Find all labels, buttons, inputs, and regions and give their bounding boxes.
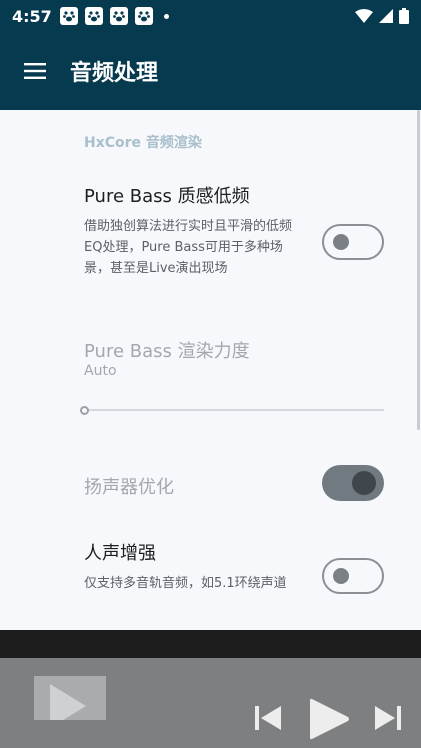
play-placeholder-icon — [50, 684, 86, 720]
pref-summary: Auto — [84, 363, 117, 379]
wifi-icon — [355, 9, 373, 23]
switch-thumb — [352, 471, 376, 495]
pure-bass-switch[interactable] — [322, 224, 384, 260]
switch-thumb — [333, 568, 349, 584]
baidu-paw-icon — [84, 7, 103, 25]
play-icon — [310, 698, 349, 740]
album-cover[interactable] — [34, 676, 106, 720]
menu-button[interactable] — [0, 32, 70, 110]
pref-title: Pure Bass 渲染力度 — [84, 341, 250, 362]
page-title: 音频处理 — [70, 61, 159, 86]
vocal-enhance-switch[interactable] — [322, 558, 384, 594]
hamburger-menu-icon — [24, 63, 46, 79]
pref-summary: 借助独创算法进行实时且平滑的低频EQ处理，Pure Bass可用于多种场景，甚至… — [84, 219, 293, 276]
status-bar: 4:57 — [0, 0, 421, 32]
app-bar: 音频处理 — [0, 32, 421, 110]
strength-slider-track[interactable] — [84, 409, 384, 411]
baidu-paw-icon — [134, 7, 153, 25]
cell-signal-icon — [379, 9, 393, 23]
scrollbar[interactable] — [417, 110, 420, 430]
next-button[interactable] — [372, 702, 404, 734]
baidu-paw-icon — [109, 7, 128, 25]
notification-dot-icon — [163, 13, 169, 19]
battery-icon — [399, 8, 409, 24]
status-time: 4:57 — [12, 6, 52, 26]
status-icons — [355, 8, 409, 24]
pref-summary: 仅支持多音轨音频，如5.1环绕声道 — [84, 576, 287, 591]
skip-next-icon — [375, 706, 401, 730]
play-button[interactable] — [304, 696, 354, 742]
settings-list[interactable]: HxCore 音频渲染 Pure Bass 质感低频 借助独创算法进行实时且平滑… — [0, 110, 421, 630]
skip-previous-icon — [255, 706, 281, 730]
section-title: HxCore 音频渲染 — [84, 135, 202, 151]
switch-thumb — [333, 234, 349, 250]
pref-title: 扬声器优化 — [84, 477, 174, 498]
pref-title: 人声增强 — [84, 543, 156, 564]
previous-button[interactable] — [252, 702, 284, 734]
speaker-opt-switch[interactable] — [322, 465, 384, 501]
baidu-paw-icon — [59, 7, 78, 25]
strength-slider-thumb[interactable] — [80, 406, 89, 415]
pref-title: Pure Bass 质感低频 — [84, 186, 250, 207]
mini-player — [0, 630, 421, 748]
